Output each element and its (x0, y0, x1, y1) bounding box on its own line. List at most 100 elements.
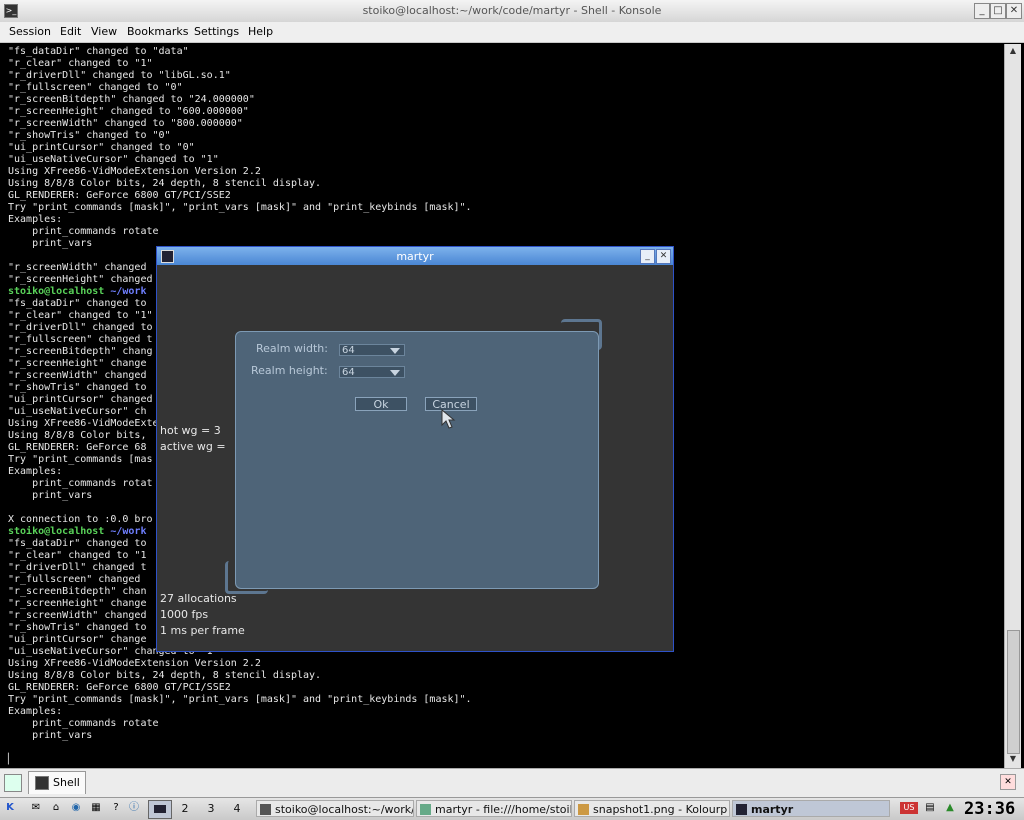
prompt-path: ~/work (104, 286, 147, 297)
martyr-app-icon (736, 804, 747, 815)
hot-wg-text: hot wg = 3 (160, 424, 221, 437)
terminal-line: "r_driverDll" changed to "libGL.so.1" (8, 70, 231, 81)
chevron-down-icon (390, 370, 400, 376)
terminal-scrollbar[interactable]: ▲ ▼ (1004, 44, 1021, 768)
maximize-button[interactable]: □ (990, 3, 1006, 19)
task-martyr-browser[interactable]: martyr - file:///home/stoik (416, 800, 572, 817)
desktop-3-button[interactable]: 3 (200, 800, 222, 817)
paint-icon (578, 804, 589, 815)
taskbar: K ✉ ⌂ ◉ ▦ ? ⓘ 2 3 4 stoiko@localhost:~/w… (0, 797, 1024, 820)
martyr-minimize-button[interactable]: _ (640, 249, 655, 264)
realm-height-select[interactable]: 64 (339, 366, 405, 378)
menu-edit[interactable]: Edit (60, 25, 81, 38)
fps-text: 1000 fps (160, 608, 209, 621)
mail-icon[interactable]: ✉ (30, 802, 42, 814)
terminal-line: "r_fullscreen" changed to "0" (8, 82, 183, 93)
realm-width-label: Realm width: (256, 342, 328, 355)
desktop-4-button[interactable]: 4 (226, 800, 248, 817)
prompt-user: stoiko@localhost (8, 286, 105, 297)
terminal-line: ▏ (8, 754, 15, 765)
terminal-line: print_commands rotate (8, 718, 159, 729)
terminal-line: Examples: (8, 214, 63, 225)
prompt-path: ~/work (104, 526, 147, 537)
info-icon[interactable]: ⓘ (128, 802, 140, 814)
terminal-line: "r_screenBitdepth" changed to "24.000000… (8, 94, 255, 105)
terminal-icon (35, 776, 49, 790)
ms-per-frame-text: 1 ms per frame (160, 624, 245, 637)
tab-shell-label: Shell (53, 776, 80, 789)
network-icon[interactable]: ▲ (944, 802, 956, 814)
office-icon[interactable]: ▦ (90, 802, 102, 814)
terminal-line: Examples: (8, 706, 63, 717)
menubar: Session Edit View Bookmarks Settings Hel… (0, 22, 1024, 43)
scroll-down-arrow-icon[interactable]: ▼ (1007, 754, 1019, 766)
scrollbar-thumb[interactable] (1007, 630, 1020, 754)
scroll-up-arrow-icon[interactable]: ▲ (1007, 46, 1019, 58)
close-button[interactable]: ✕ (1006, 3, 1022, 19)
menu-session[interactable]: Session (9, 25, 51, 38)
keyboard-layout-flag-icon[interactable]: US (900, 802, 918, 814)
task-kolourpaint-label: snapshot1.png - Kolourp (593, 803, 728, 816)
menu-help[interactable]: Help (248, 25, 273, 38)
realm-height-value: 64 (342, 367, 355, 378)
terminal-line: "r_clear" changed to "1" (8, 58, 153, 69)
allocations-text: 27 allocations (160, 592, 237, 605)
martyr-close-button[interactable]: ✕ (656, 249, 671, 264)
task-martyr[interactable]: martyr (732, 800, 890, 817)
terminal-line: print_commands rotate (8, 226, 159, 237)
terminal-line: Using 8/8/8 Color bits, 24 depth, 8 sten… (8, 178, 322, 189)
task-martyr-browser-label: martyr - file:///home/stoik (435, 803, 572, 816)
terminal-line: GL_RENDERER: GeForce 6800 GT/PCI/SSE2 (8, 190, 231, 201)
help-icon[interactable]: ? (110, 802, 122, 814)
terminal-line: Try "print_commands [mask]", "print_vars… (8, 202, 472, 213)
martyr-window-title: martyr (396, 250, 434, 263)
realm-width-value: 64 (342, 345, 355, 356)
chevron-down-icon (390, 348, 400, 354)
terminal-line: Try "print_commands [mask]", "print_vars… (8, 694, 472, 705)
realm-width-select[interactable]: 64 (339, 344, 405, 356)
terminal-line: print_vars (8, 730, 93, 741)
terminal-line: "fs_dataDir" changed to "data" (8, 46, 189, 57)
mouse-cursor-icon (441, 409, 456, 429)
kde-menu-icon[interactable]: K (4, 802, 16, 814)
realm-height-label: Realm height: (251, 364, 328, 377)
terminal-line: "r_showTris" changed to "0" (8, 130, 171, 141)
task-martyr-label: martyr (751, 803, 794, 816)
martyr-window[interactable]: martyr _ ✕ Realm width: 64 Realm height:… (156, 246, 674, 652)
desktop-1-button[interactable] (148, 800, 172, 819)
terminal-line: "ui_printCursor" changed to "0" (8, 142, 195, 153)
konsole-titlebar[interactable]: >_ stoiko@localhost:~/work/code/martyr -… (0, 0, 1024, 23)
task-konsole-label: stoiko@localhost:~/work/c (275, 803, 414, 816)
home-folder-icon[interactable]: ⌂ (50, 802, 62, 814)
browser-icon[interactable]: ◉ (70, 802, 82, 814)
konsole-window-title: stoiko@localhost:~/work/code/martyr - Sh… (362, 4, 662, 17)
konsole-tabbar: Shell ✕ (0, 768, 1024, 797)
terminal-line: "r_screenWidth" changed to "800.000000" (8, 118, 243, 129)
close-session-icon[interactable]: ✕ (1000, 774, 1016, 790)
minimize-button[interactable]: _ (974, 3, 990, 19)
terminal-line: "r_screenHeight" changed to "600.000000" (8, 106, 249, 117)
tab-shell[interactable]: Shell (28, 771, 86, 794)
terminal-line: Using XFree86-VidModeExtension Version 2… (8, 658, 261, 669)
ok-button[interactable]: Ok (355, 397, 407, 411)
terminal-line: "ui_useNativeCursor" changed to "1" (8, 154, 219, 165)
clock[interactable]: 23:36 (964, 799, 1022, 819)
martyr-titlebar[interactable]: martyr _ ✕ (157, 247, 673, 265)
terminal-icon (260, 804, 271, 815)
realm-size-dialog: Realm width: 64 Realm height: 64 Ok Canc… (235, 331, 599, 589)
prompt-user: stoiko@localhost (8, 526, 105, 537)
active-wg-text: active wg = (160, 440, 226, 453)
browser-icon (420, 804, 431, 815)
menu-bookmarks[interactable]: Bookmarks (127, 25, 188, 38)
desktop-2-button[interactable]: 2 (174, 800, 196, 817)
menu-view[interactable]: View (91, 25, 117, 38)
task-konsole[interactable]: stoiko@localhost:~/work/c (256, 800, 414, 817)
terminal-line: GL_RENDERER: GeForce 6800 GT/PCI/SSE2 (8, 682, 231, 693)
terminal-line: Using 8/8/8 Color bits, 24 depth, 8 sten… (8, 670, 322, 681)
new-session-icon[interactable] (4, 774, 22, 792)
terminal-line: Using XFree86-VidModeExtension Version 2… (8, 166, 261, 177)
task-kolourpaint[interactable]: snapshot1.png - Kolourp (574, 800, 730, 817)
clipboard-icon[interactable]: ▤ (924, 802, 936, 814)
menu-settings[interactable]: Settings (194, 25, 239, 38)
